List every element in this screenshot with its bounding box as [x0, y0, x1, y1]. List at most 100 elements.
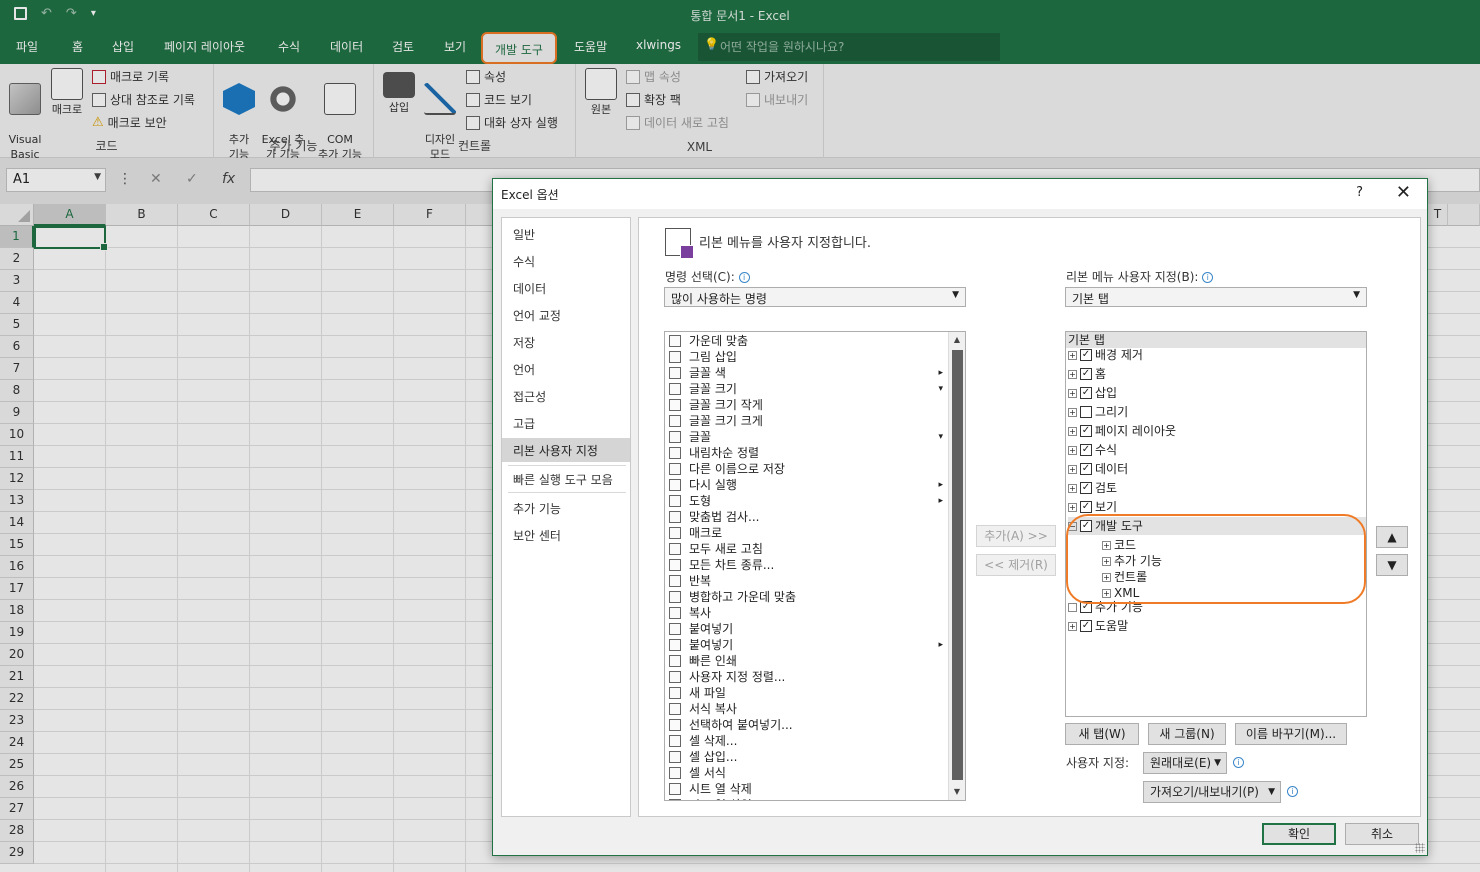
xml-source-button[interactable]: 원본 — [584, 68, 618, 117]
macro-button[interactable]: 매크로 — [48, 68, 86, 117]
tab-page-layout[interactable]: 페이지 레이아웃 — [164, 38, 245, 55]
command-item[interactable]: 사용자 지정 정렬... — [665, 669, 949, 685]
new-group-button[interactable]: 새 그룹(N) — [1148, 723, 1226, 745]
tree-node[interactable]: + ✓ 검토 — [1068, 479, 1117, 497]
add-button[interactable]: 추가(A) >> — [976, 525, 1056, 547]
scroll-up-icon[interactable]: ▲ — [949, 332, 965, 348]
insert-function-icon[interactable]: fx — [222, 171, 235, 187]
row-header[interactable]: 22 — [0, 688, 34, 710]
resize-grip[interactable] — [1415, 843, 1425, 853]
tree-node[interactable]: + ✓ 배경 제거 — [1068, 346, 1143, 364]
column-header[interactable]: F — [394, 204, 466, 226]
column-header[interactable]: A — [34, 204, 106, 226]
row-header[interactable]: 7 — [0, 358, 34, 380]
expand-icon[interactable]: + — [1068, 621, 1077, 631]
tab-formulas[interactable]: 수식 — [278, 38, 300, 55]
expand-icon[interactable]: + — [1068, 426, 1077, 436]
reset-dropdown[interactable]: 원래대로(E) ▼ — [1143, 752, 1227, 774]
row-header[interactable]: 25 — [0, 754, 34, 776]
row-header[interactable]: 9 — [0, 402, 34, 424]
tree-node[interactable]: + ✓ 페이지 레이아웃 — [1068, 422, 1176, 440]
map-properties-button[interactable]: 맵 속성 — [626, 68, 681, 85]
tab-review[interactable]: 검토 — [392, 38, 414, 55]
row-header[interactable]: 6 — [0, 336, 34, 358]
tree-node[interactable]: + ✓ 삽입 — [1068, 384, 1117, 402]
column-header[interactable]: D — [250, 204, 322, 226]
command-item[interactable]: 맞춤법 검사... — [665, 509, 949, 525]
row-header[interactable]: 3 — [0, 270, 34, 292]
expand-icon[interactable]: + — [1068, 369, 1077, 379]
remove-button[interactable]: << 제거(R) — [976, 554, 1056, 576]
tab-data[interactable]: 데이터 — [330, 38, 363, 55]
command-item[interactable]: 매크로 — [665, 525, 949, 541]
tab-checkbox[interactable]: ✓ — [1080, 387, 1092, 399]
xml-export-button[interactable]: 내보내기 — [746, 91, 808, 108]
command-item[interactable]: 다른 이름으로 저장 — [665, 461, 949, 477]
command-item[interactable]: 셀 서식 — [665, 765, 949, 781]
column-header[interactable]: E — [322, 204, 394, 226]
tree-node[interactable]: − ✓ 개발 도구 — [1068, 517, 1366, 535]
command-item[interactable]: 셀 삭제... — [665, 733, 949, 749]
tree-node[interactable]: + ✓ 도움말 — [1068, 617, 1128, 635]
tab-checkbox[interactable]: ✓ — [1080, 501, 1092, 513]
tab-checkbox[interactable]: ✓ — [1080, 463, 1092, 475]
tab-help[interactable]: 도움말 — [574, 38, 607, 55]
command-item[interactable]: 시트 열 삽입 — [665, 797, 949, 800]
scroll-down-icon[interactable]: ▼ — [949, 784, 965, 800]
nav-item[interactable]: 저장 — [502, 330, 630, 354]
refresh-data-button[interactable]: 데이터 새로 고침 — [626, 114, 729, 131]
row-header[interactable]: 17 — [0, 578, 34, 600]
command-item[interactable]: 반복 — [665, 573, 949, 589]
row-header[interactable]: 14 — [0, 512, 34, 534]
row-header[interactable]: 16 — [0, 556, 34, 578]
relative-reference-button[interactable]: 상대 참조로 기록 — [92, 91, 195, 108]
tab-checkbox[interactable]: ✓ — [1080, 620, 1092, 632]
command-item[interactable]: 글꼴 색 ▸ — [665, 365, 949, 381]
row-header[interactable]: 28 — [0, 820, 34, 842]
row-header[interactable]: 5 — [0, 314, 34, 336]
command-item[interactable]: 그림 삽입 — [665, 349, 949, 365]
nav-item[interactable]: 데이터 — [502, 276, 630, 300]
tab-checkbox[interactable]: ✓ — [1080, 601, 1092, 613]
command-item[interactable]: 시트 열 삭제 — [665, 781, 949, 797]
expand-icon[interactable]: + — [1102, 540, 1111, 550]
nav-item[interactable]: 고급 — [502, 411, 630, 435]
command-item[interactable]: 가운데 맞춤 — [665, 333, 949, 349]
expand-icon[interactable]: + — [1068, 464, 1077, 474]
chevron-down-icon[interactable]: ▼ — [94, 172, 101, 182]
command-item[interactable]: 복사 — [665, 605, 949, 621]
tab-checkbox[interactable]: ✓ — [1080, 368, 1092, 380]
row-header[interactable]: 27 — [0, 798, 34, 820]
new-tab-button[interactable]: 새 탭(W) — [1065, 723, 1139, 745]
close-icon[interactable]: ✕ — [1396, 182, 1411, 203]
tab-developer[interactable]: 개발 도구 — [481, 32, 557, 64]
expand-icon[interactable]: + — [1102, 556, 1111, 566]
command-item[interactable]: 셀 삽입... — [665, 749, 949, 765]
nav-item[interactable]: 수식 — [502, 249, 630, 273]
ok-button[interactable]: 확인 — [1262, 823, 1336, 845]
insert-control-button[interactable]: 삽입 — [382, 68, 416, 115]
row-header[interactable]: 24 — [0, 732, 34, 754]
move-down-button[interactable]: ▼ — [1376, 554, 1408, 576]
tab-checkbox[interactable]: ✓ — [1080, 520, 1092, 532]
expand-icon[interactable]: + — [1102, 572, 1111, 582]
nav-item[interactable]: 언어 — [502, 357, 630, 381]
commands-list[interactable]: 시트 열 삽입 시트 열 삭제 셀 서식 셀 삽입... 셀 삭제... 선택하여 붙여넣… — [664, 331, 966, 801]
customize-ribbon-dropdown[interactable]: 기본 탭 ▼ — [1065, 287, 1367, 307]
command-item[interactable]: 서식 복사 — [665, 701, 949, 717]
command-item[interactable]: 선택하여 붙여넣기... — [665, 717, 949, 733]
choose-commands-dropdown[interactable]: 많이 사용하는 명령 ▼ — [664, 287, 966, 307]
command-item[interactable]: 붙여넣기 — [665, 621, 949, 637]
command-item[interactable]: 도형 ▸ — [665, 493, 949, 509]
command-item[interactable]: 글꼴 크기 크게 — [665, 413, 949, 429]
row-header[interactable]: 26 — [0, 776, 34, 798]
commands-scrollbar[interactable]: ▲ ▼ — [948, 332, 965, 800]
expand-icon[interactable]: + — [1068, 407, 1077, 417]
expand-icon[interactable]: + — [1068, 445, 1077, 455]
nav-item[interactable]: 일반 — [502, 222, 630, 246]
tab-checkbox[interactable]: ✓ — [1080, 444, 1092, 456]
command-item[interactable]: 글꼴 크기 ▾ — [665, 381, 949, 397]
xml-import-button[interactable]: 가져오기 — [746, 68, 808, 85]
scroll-thumb[interactable] — [952, 350, 963, 780]
expansion-packs-button[interactable]: 확장 팩 — [626, 91, 681, 108]
